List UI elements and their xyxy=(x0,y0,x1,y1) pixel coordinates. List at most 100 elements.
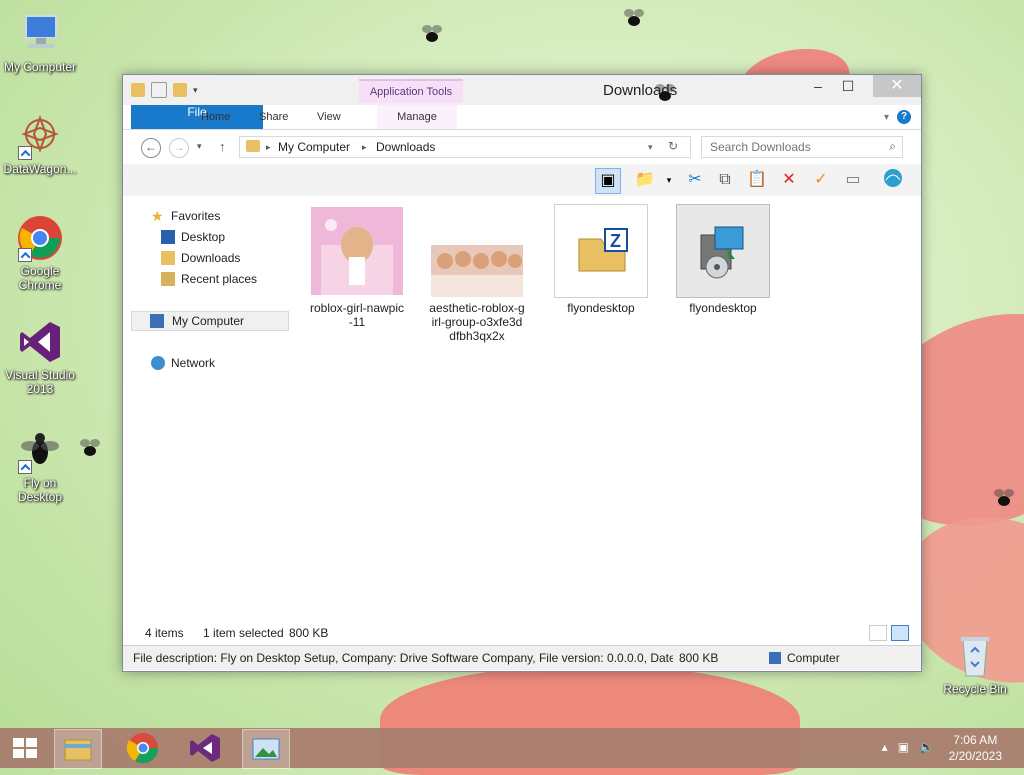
new-folder-icon[interactable] xyxy=(173,83,187,97)
back-button[interactable]: ← xyxy=(141,138,161,158)
taskbar-file-explorer[interactable] xyxy=(54,729,102,769)
taskbar-photos[interactable] xyxy=(242,729,290,769)
details-view-button[interactable] xyxy=(869,625,887,641)
search-box[interactable]: ⌕ xyxy=(701,136,903,158)
address-bar[interactable]: ▸ My Computer ▸ Downloads ▾ ↻ xyxy=(239,136,691,158)
desktop-icon xyxy=(161,230,175,244)
recent-locations-icon[interactable]: ▾ xyxy=(197,141,202,152)
help-icon[interactable]: ? xyxy=(897,110,911,124)
picture-icon xyxy=(252,738,280,760)
preview-pane-icon[interactable]: ▣ xyxy=(595,168,621,194)
quick-access-toolbar: ▾ xyxy=(131,82,198,98)
show-hidden-icons-icon[interactable]: ▴ xyxy=(882,740,888,754)
tab-share[interactable]: Share xyxy=(247,105,300,129)
desktop-icon-visual-studio[interactable]: Visual Studio 2013 xyxy=(0,318,80,396)
network-icon xyxy=(151,356,165,370)
folder-icon xyxy=(64,739,92,761)
desktop-icon-datawagon[interactable]: DataWagon... xyxy=(0,112,80,176)
maximize-button[interactable]: ☐ xyxy=(833,75,863,97)
fly-icon xyxy=(78,439,100,458)
nav-downloads[interactable]: Downloads xyxy=(131,249,287,267)
file-item-selected[interactable]: flyondesktop xyxy=(675,204,771,315)
rename-icon[interactable]: ▭ xyxy=(841,168,865,192)
system-tray: ▴ ▣ 🔈 xyxy=(882,740,934,754)
nav-network[interactable]: Network xyxy=(131,354,287,372)
file-item[interactable]: roblox-girl-nawpic-11 xyxy=(309,205,405,329)
search-icon[interactable]: ⌕ xyxy=(889,139,896,154)
svg-text:Z: Z xyxy=(610,231,621,251)
ribbon-tabs: File Home Share View Manage ▾ ? xyxy=(123,105,921,130)
fly-icon xyxy=(420,25,442,44)
desktop-icon-label: DataWagon... xyxy=(3,162,77,176)
shell-icon[interactable] xyxy=(881,168,905,192)
desktop-icon-my-computer[interactable]: My Computer xyxy=(0,10,80,74)
cut-icon[interactable]: ✂ xyxy=(683,168,707,192)
checkmark-icon[interactable]: ✓ xyxy=(809,168,833,192)
volume-icon[interactable]: 🔈 xyxy=(919,740,934,754)
explorer-window: ▾ Application Tools Downloads – ☐ ✕ File… xyxy=(122,74,922,672)
up-button[interactable]: ↑ xyxy=(219,139,226,154)
shortcut-arrow-icon xyxy=(18,460,32,474)
chevron-down-icon[interactable]: ▾ xyxy=(657,168,681,192)
refresh-icon[interactable]: ↻ xyxy=(668,139,678,153)
status-item-count: 4 items xyxy=(145,626,184,640)
datawagon-icon xyxy=(16,112,64,160)
nav-my-computer[interactable]: My Computer xyxy=(131,311,289,331)
breadcrumb-downloads[interactable]: Downloads xyxy=(376,140,435,154)
nav-desktop[interactable]: Desktop xyxy=(131,228,287,246)
nav-recent-places[interactable]: Recent places xyxy=(131,270,287,288)
tab-manage[interactable]: Manage xyxy=(377,105,457,129)
clock-date: 2/20/2023 xyxy=(948,749,1002,763)
folder-icon[interactable] xyxy=(131,83,145,97)
file-name: flyondesktop xyxy=(567,301,635,315)
taskbar-visual-studio[interactable] xyxy=(182,729,228,767)
computer-icon xyxy=(16,10,64,58)
paste-icon[interactable]: 📋 xyxy=(745,168,769,192)
taskbar-clock[interactable]: 7:06 AM 2/20/2023 xyxy=(949,732,1002,764)
desktop-icon-label: My Computer xyxy=(3,60,77,74)
file-name: aesthetic-roblox-girl-group-o3xfe3ddfbh3… xyxy=(429,301,525,343)
properties-icon[interactable] xyxy=(151,82,167,98)
close-button[interactable]: ✕ xyxy=(873,75,921,97)
folder-icon xyxy=(246,140,260,152)
shortcut-arrow-icon xyxy=(18,146,32,160)
file-item[interactable]: aesthetic-roblox-girl-group-o3xfe3ddfbh3… xyxy=(429,205,525,343)
desktop-icon-label: Google Chrome xyxy=(18,264,62,292)
taskbar-chrome[interactable] xyxy=(120,729,166,767)
chrome-icon xyxy=(126,733,159,764)
computer-icon xyxy=(769,652,781,664)
description-size: 800 KB xyxy=(679,651,719,665)
tab-view[interactable]: View xyxy=(305,105,353,129)
breadcrumb-arrow-icon: ▸ xyxy=(266,142,271,152)
desktop-icon-recycle-bin[interactable]: Recycle Bin xyxy=(935,632,1015,696)
address-dropdown-icon[interactable]: ▾ xyxy=(648,142,653,153)
chevron-down-icon[interactable]: ▾ xyxy=(193,85,198,96)
delete-icon[interactable]: ✕ xyxy=(777,168,801,192)
address-row: ← → ▾ ↑ ▸ My Computer ▸ Downloads ▾ ↻ ⌕ xyxy=(123,130,921,164)
tab-home[interactable]: Home xyxy=(189,105,242,129)
network-tray-icon[interactable]: ▣ xyxy=(898,740,909,754)
status-bar: 4 items 1 item selected 800 KB xyxy=(123,621,921,643)
expand-ribbon-icon[interactable]: ▾ xyxy=(884,112,889,123)
desktop-icon-chrome[interactable]: Google Chrome xyxy=(0,214,80,292)
desktop-icon-fly-on-desktop[interactable]: Fly on Desktop xyxy=(0,426,80,504)
fly-icon xyxy=(653,84,675,103)
folder-options-icon[interactable]: 📁 xyxy=(633,168,657,192)
breadcrumb-my-computer[interactable]: My Computer xyxy=(278,140,350,154)
fly-icon xyxy=(16,426,64,474)
nav-favorites[interactable]: ★ Favorites xyxy=(131,207,287,225)
search-input[interactable] xyxy=(708,137,882,157)
command-toolbar: ▣ 📁 ▾ ✂ ⧉ 📋 ✕ ✓ ▭ xyxy=(123,164,921,196)
copy-icon[interactable]: ⧉ xyxy=(713,168,737,192)
minimize-button[interactable]: – xyxy=(803,75,833,97)
file-description: File description: Fly on Desktop Setup, … xyxy=(133,651,673,665)
start-button[interactable] xyxy=(2,729,48,767)
windows-logo-icon xyxy=(13,738,37,758)
recycle-bin-icon xyxy=(951,632,999,680)
large-icons-view-button[interactable] xyxy=(891,625,909,641)
fly-icon xyxy=(992,489,1014,508)
file-name: flyondesktop xyxy=(689,301,757,315)
file-item[interactable]: Z flyondesktop xyxy=(553,204,649,315)
title-bar: ▾ Application Tools Downloads – ☐ ✕ xyxy=(123,75,921,105)
forward-button[interactable]: → xyxy=(169,138,189,158)
